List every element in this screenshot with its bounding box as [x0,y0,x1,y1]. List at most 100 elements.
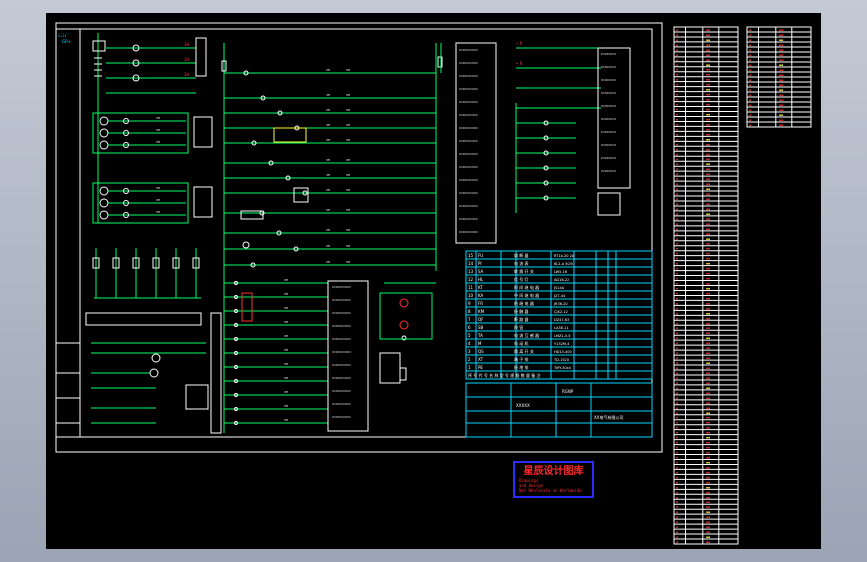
bom-strip-main-mark: ▪▪ [706,217,710,221]
bom-strip-main-mark: ▪ [676,28,678,32]
row-label: ▭▭▭▭▭ [332,375,351,380]
bom-strip-main-mark: ▪▪ [706,411,710,415]
rung-tag: 3H [326,93,330,97]
bom-strip-side-mark: ▪ [749,58,751,62]
bom-strip-main-mark: ▪▪ [706,535,710,539]
bom-strip-side-mark: ▪ [749,113,751,117]
rung-tag: 3H [346,158,350,162]
bom-strip-side-mark: ▪ [749,38,751,42]
bom-strip-main-mark: ▪ [676,441,678,445]
feeder-3-tag: 3H [184,72,190,77]
bom-strip-main-mark: ▪ [676,475,678,479]
bom-strip-side-mark: ▪ [749,68,751,72]
parts-code: QF [478,317,484,322]
bom-strip-main-mark: ▪ [676,217,678,221]
rung-label: ▭▭▭▭▭ [459,151,478,156]
parts-no: 2 [468,357,471,362]
rung-label: ▭▭▭▭▭ [459,190,478,195]
group-b-motor [99,210,109,220]
rung-tag: 3H [326,244,330,248]
bom-strip-main-mark: ▪▪ [706,127,710,131]
bom-strip-main-mark: ▪▪ [706,475,710,479]
bom-strip-main-mark: ▪ [676,386,678,390]
bom-strip-main-mark: ▪▪ [706,202,710,206]
bom-strip-main-mark: ▪ [676,83,678,87]
bom-strip-main-mark: ▪▪ [706,441,710,445]
bom-strip-main-mark: ▪▪ [706,207,710,211]
bom-strip-main-mark: ▪▪ [706,112,710,116]
bom-strip-main-mark: ▪ [676,147,678,151]
rung-tag: 3H [326,138,330,142]
group-a-motor [99,128,109,138]
aux-label: ▭▭▭▭ [601,51,616,56]
bom-strip-main-mark: ▪ [676,257,678,261]
parts-code: KT [478,285,483,290]
bom-strip-main-mark: ▪ [676,301,678,305]
bom-strip-side-mark: ▪ [749,43,751,47]
lamp-red-2 [399,320,409,330]
bom-strip-main-mark: ▪▪ [706,306,710,310]
rung-tag: 3H [346,123,350,127]
indicator-lamp [242,241,250,249]
row-label: ▭▭▭▭▭ [332,414,351,419]
bom-strip-main-mark: ▪ [676,162,678,166]
bom-strip-main-mark: ▪ [676,157,678,161]
bom-strip-main-mark: ▪ [676,33,678,37]
bom-strip-main-mark: ▪▪ [706,78,710,82]
bom-strip-main-mark: ▪▪ [706,525,710,529]
drawing-canvas[interactable]: · · · · · GP+ 3+13 3H 3H 3H 3H 3H 3H 3H 3H 3H 3H 3H 3H… [46,13,821,549]
bom-strip-main-mark: ▪▪ [706,436,710,440]
parts-spec: CJX2-12 [554,310,568,314]
bom-strip-main-mark: ▪▪ [706,416,710,420]
bom-strip-main-mark: ▪ [676,510,678,514]
rung-tag: 3H [346,93,350,97]
bom-strip-main-mark: ▪▪ [706,480,710,484]
ctrl-lamp-2 [149,368,159,378]
bom-strip-main-mark: ▪▪ [706,142,710,146]
group-a-tag: 3H [156,140,160,144]
rung-tag: 3H [346,260,350,264]
row-label: ▭▭▭▭▭ [332,310,351,315]
bom-strip-main-mark: ▪▪ [706,451,710,455]
row-label: ▭▭▭▭▭ [332,388,351,393]
bom-strip-main-mark: ▪▪ [706,277,710,281]
rung-tag: 3H [326,260,330,264]
bom-strip-side-mark: ▪▪ [779,53,783,57]
bom-strip-main-mark: ▪▪ [706,122,710,126]
parts-no: 8 [468,309,471,314]
bom-strip-side-mark: ▪ [749,93,751,97]
bom-strip-side-mark: ▪ [749,108,751,112]
bom-strip-main-mark: ▪ [676,108,678,112]
rung-tag: 3H [346,188,350,192]
bom-strip-main-mark: ▪ [676,326,678,330]
bom-strip-main-mark: ▪ [676,112,678,116]
bom-strip-main-mark: ▪ [676,237,678,241]
bom-strip-main-mark: ▪ [676,411,678,415]
bom-strip-main-mark: ▪▪ [706,520,710,524]
parts-spec: JZ7-44 [553,294,566,298]
rung-tag: 3H [346,228,350,232]
bom-strip-main-mark: ▪▪ [706,460,710,464]
aux-label: ▭▭▭▭ [601,155,616,160]
bom-strip-main-mark: ▪ [676,321,678,325]
bom-strip-main-mark: ▪▪ [706,33,710,37]
feeder-1-tag: 3H [184,42,190,47]
group-a-tag: 3H [156,116,160,120]
bom-strip-main-mark: ▪▪ [706,421,710,425]
bom-strip-main-mark: ▪▪ [706,53,710,57]
parts-spec: HD13-400 [554,350,572,354]
bom-strip-main-mark: ▪▪ [706,197,710,201]
aux-label: ▭▭▭▭ [601,129,616,134]
bom-strip-main-mark: ▪▪ [706,88,710,92]
bom-strip-main-mark: ▪ [676,167,678,171]
rung-label: ▭▭▭▭▭ [459,164,478,169]
parts-name: 断 路 器 [514,316,529,322]
cad-viewport[interactable]: · · · · · GP+ 3+13 3H 3H 3H 3H 3H 3H 3H 3H 3H 3H 3H 3H… [0,0,867,562]
group-b-motor [99,186,109,196]
aux-label: ▭▭▭▭ [601,142,616,147]
rung-label: ▭▭▭▭▭ [459,47,478,52]
bom-strip-main-mark: ▪▪ [706,117,710,121]
parts-code: SA [478,269,484,274]
row-label: ▭▭▭▭▭ [332,336,351,341]
rung-tag: 3H [326,108,330,112]
